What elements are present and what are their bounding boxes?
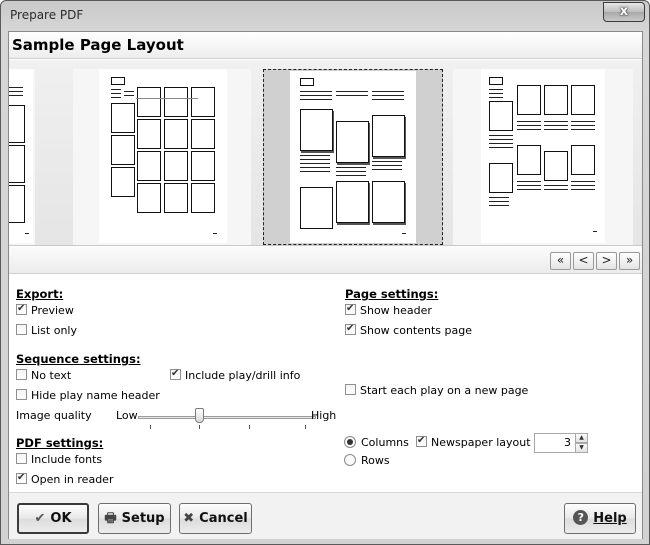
column-count-input[interactable]: 3 (534, 433, 576, 453)
setup-button-label: Setup (121, 511, 165, 526)
layout-preview-strip (9, 60, 642, 246)
columns-radio[interactable] (344, 436, 356, 448)
image-quality-label: Image quality (16, 409, 92, 422)
cancel-button[interactable]: ✖ Cancel (179, 503, 252, 534)
section-header-title: Sample Page Layout (12, 36, 184, 54)
header-band: Sample Page Layout (9, 32, 642, 59)
checkmark-icon: ✔ (34, 511, 46, 526)
start-each-play-option[interactable]: Start each play on a new page (345, 384, 528, 398)
hide-play-name-header-checkbox[interactable] (16, 389, 27, 400)
page-settings-heading: Page settings: (345, 287, 439, 301)
export-heading: Export: (16, 287, 64, 301)
image-quality-high-label: High (311, 409, 337, 422)
window-title: Prepare PDF (10, 8, 84, 22)
prepare-pdf-dialog: Prepare PDF x Sample Page Layout « < > »… (0, 0, 650, 545)
show-contents-page-checkbox[interactable] (345, 322, 356, 336)
ok-button-label: OK (50, 511, 72, 526)
dialog-body: Sample Page Layout « < > » Export: ✔Prev… (8, 31, 643, 539)
help-button[interactable]: ? Help (564, 503, 636, 534)
include-play-drill-info-option[interactable]: Include play/drill info (170, 367, 301, 383)
open-in-reader-label: Open in reader (31, 473, 114, 486)
no-text-checkbox[interactable] (16, 369, 27, 380)
include-fonts-option[interactable]: Include fonts (16, 453, 102, 467)
slider-tick (199, 425, 200, 429)
previous-page-button[interactable]: < (573, 252, 594, 270)
start-each-play-label: Start each play on a new page (360, 384, 529, 397)
slider-tick (150, 425, 151, 429)
columns-option[interactable]: Columns (344, 436, 409, 450)
list-only-checkbox[interactable] (16, 324, 27, 335)
help-button-label: Help (593, 511, 627, 526)
image-quality-slider-track[interactable] (138, 416, 316, 419)
list-only-option[interactable]: List only (16, 324, 77, 338)
sequence-settings-heading: Sequence settings: (16, 352, 141, 366)
list-only-label: List only (31, 324, 77, 337)
include-play-drill-info-label: Include play/drill info (185, 369, 301, 382)
hide-play-name-header-option[interactable]: Hide play name header (16, 389, 160, 403)
newspaper-layout-checkbox[interactable] (416, 434, 427, 448)
include-play-drill-info-checkbox[interactable] (170, 367, 181, 381)
first-page-button[interactable]: « (550, 252, 571, 270)
close-button[interactable]: x (603, 2, 645, 22)
preview-option[interactable]: Preview (16, 302, 74, 318)
rows-option[interactable]: Rows (344, 454, 390, 468)
slider-tick (305, 425, 306, 429)
layout-thumbnail-3-selected[interactable] (263, 69, 443, 245)
button-bar: ✔ OK 🖶 Setup ✖ Cancel ? Help (9, 492, 642, 539)
include-fonts-label: Include fonts (31, 453, 103, 466)
show-header-label: Show header (360, 304, 432, 317)
no-text-option[interactable]: No text (16, 369, 71, 383)
preview-pager: « < > » (9, 247, 642, 274)
ok-button[interactable]: ✔ OK (17, 503, 89, 534)
hide-play-name-header-label: Hide play name header (31, 389, 160, 402)
image-quality-slider-thumb[interactable] (195, 408, 204, 423)
slider-tick (249, 425, 250, 429)
columns-label: Columns (361, 436, 409, 449)
column-count-stepper[interactable]: ▲ ▼ (575, 433, 588, 453)
setup-button[interactable]: 🖶 Setup (98, 503, 171, 534)
show-contents-page-option[interactable]: Show contents page (345, 322, 472, 338)
start-each-play-checkbox[interactable] (345, 384, 356, 395)
show-contents-page-label: Show contents page (360, 324, 472, 337)
preview-label: Preview (31, 304, 74, 317)
image-quality-low-label: Low (116, 409, 138, 422)
next-page-button[interactable]: > (596, 252, 617, 270)
increment-arrow-icon[interactable]: ▲ (575, 433, 588, 443)
layout-thumbnail-4[interactable] (453, 69, 633, 245)
layout-thumbnail-2[interactable] (73, 69, 251, 245)
rows-radio[interactable] (344, 454, 356, 466)
newspaper-layout-label: Newspaper layout (431, 436, 531, 449)
no-text-label: No text (31, 369, 72, 382)
layout-thumbnail-1[interactable] (9, 69, 35, 245)
rows-label: Rows (361, 454, 390, 467)
open-in-reader-checkbox[interactable] (16, 471, 27, 485)
open-in-reader-option[interactable]: Open in reader (16, 471, 114, 487)
last-page-button[interactable]: » (619, 252, 640, 270)
decrement-arrow-icon[interactable]: ▼ (575, 443, 588, 453)
cancel-x-icon: ✖ (183, 511, 195, 526)
preview-checkbox[interactable] (16, 302, 27, 316)
title-bar[interactable]: Prepare PDF x (1, 1, 649, 31)
newspaper-layout-option[interactable]: Newspaper layout (416, 434, 531, 450)
include-fonts-checkbox[interactable] (16, 453, 27, 464)
help-icon: ? (573, 510, 589, 525)
pdf-settings-heading: PDF settings: (16, 436, 104, 450)
show-header-option[interactable]: Show header (345, 302, 432, 318)
show-header-checkbox[interactable] (345, 302, 356, 316)
cancel-button-label: Cancel (199, 511, 248, 526)
printer-icon: 🖶 (104, 511, 117, 526)
